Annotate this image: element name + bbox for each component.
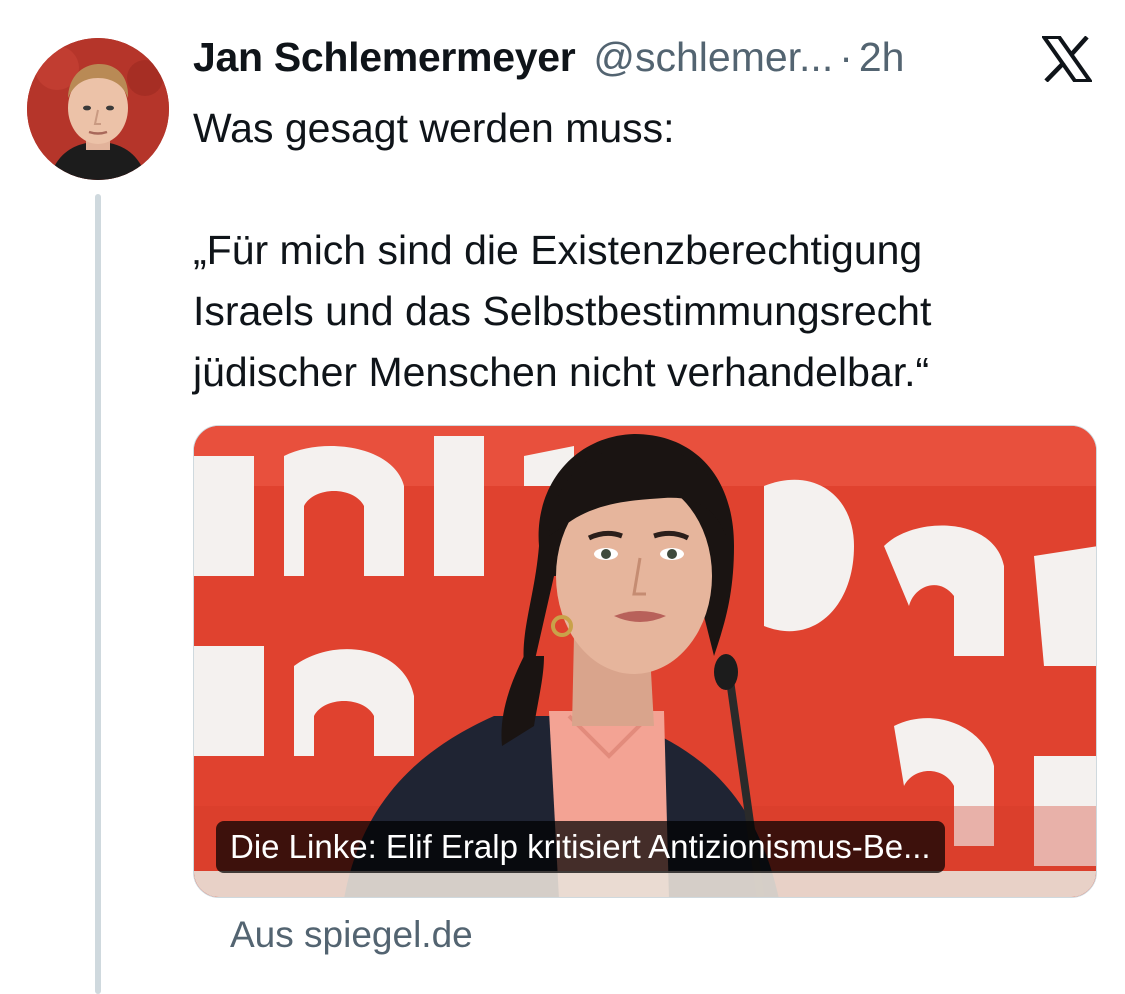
link-preview-card[interactable]: Die Linke: Elif Eralp kritisiert Antizio… — [193, 425, 1097, 898]
tweet-text-line: jüdischer Menschen nicht verhandelbar.“ — [193, 349, 930, 395]
author-handle[interactable]: @schlemer... — [593, 34, 833, 81]
tweet-text-line: Israels und das Selbstbestimmungsrecht — [193, 288, 932, 334]
tweet-timestamp[interactable]: 2h — [859, 34, 905, 81]
tweet[interactable]: Jan Schlemermeyer @schlemer... · 2h Was … — [0, 0, 1125, 994]
avatar[interactable] — [27, 38, 169, 180]
header-separator: · — [839, 34, 853, 80]
x-logo-icon[interactable] — [1042, 36, 1092, 82]
tweet-text-line: Was gesagt werden muss: — [193, 105, 675, 151]
link-source-domain[interactable]: Aus spiegel.de — [230, 914, 473, 956]
link-card-title[interactable]: Die Linke: Elif Eralp kritisiert Antizio… — [216, 821, 945, 873]
tweet-text: Was gesagt werden muss: „Für mich sind d… — [193, 98, 1093, 403]
tweet-header: Jan Schlemermeyer @schlemer... · 2h — [193, 34, 904, 90]
author-display-name[interactable]: Jan Schlemermeyer — [193, 34, 576, 81]
thread-connector-line — [95, 194, 101, 994]
avatar-photo — [27, 38, 169, 180]
tweet-text-line: „Für mich sind die Existenzberechtigung — [193, 227, 923, 273]
